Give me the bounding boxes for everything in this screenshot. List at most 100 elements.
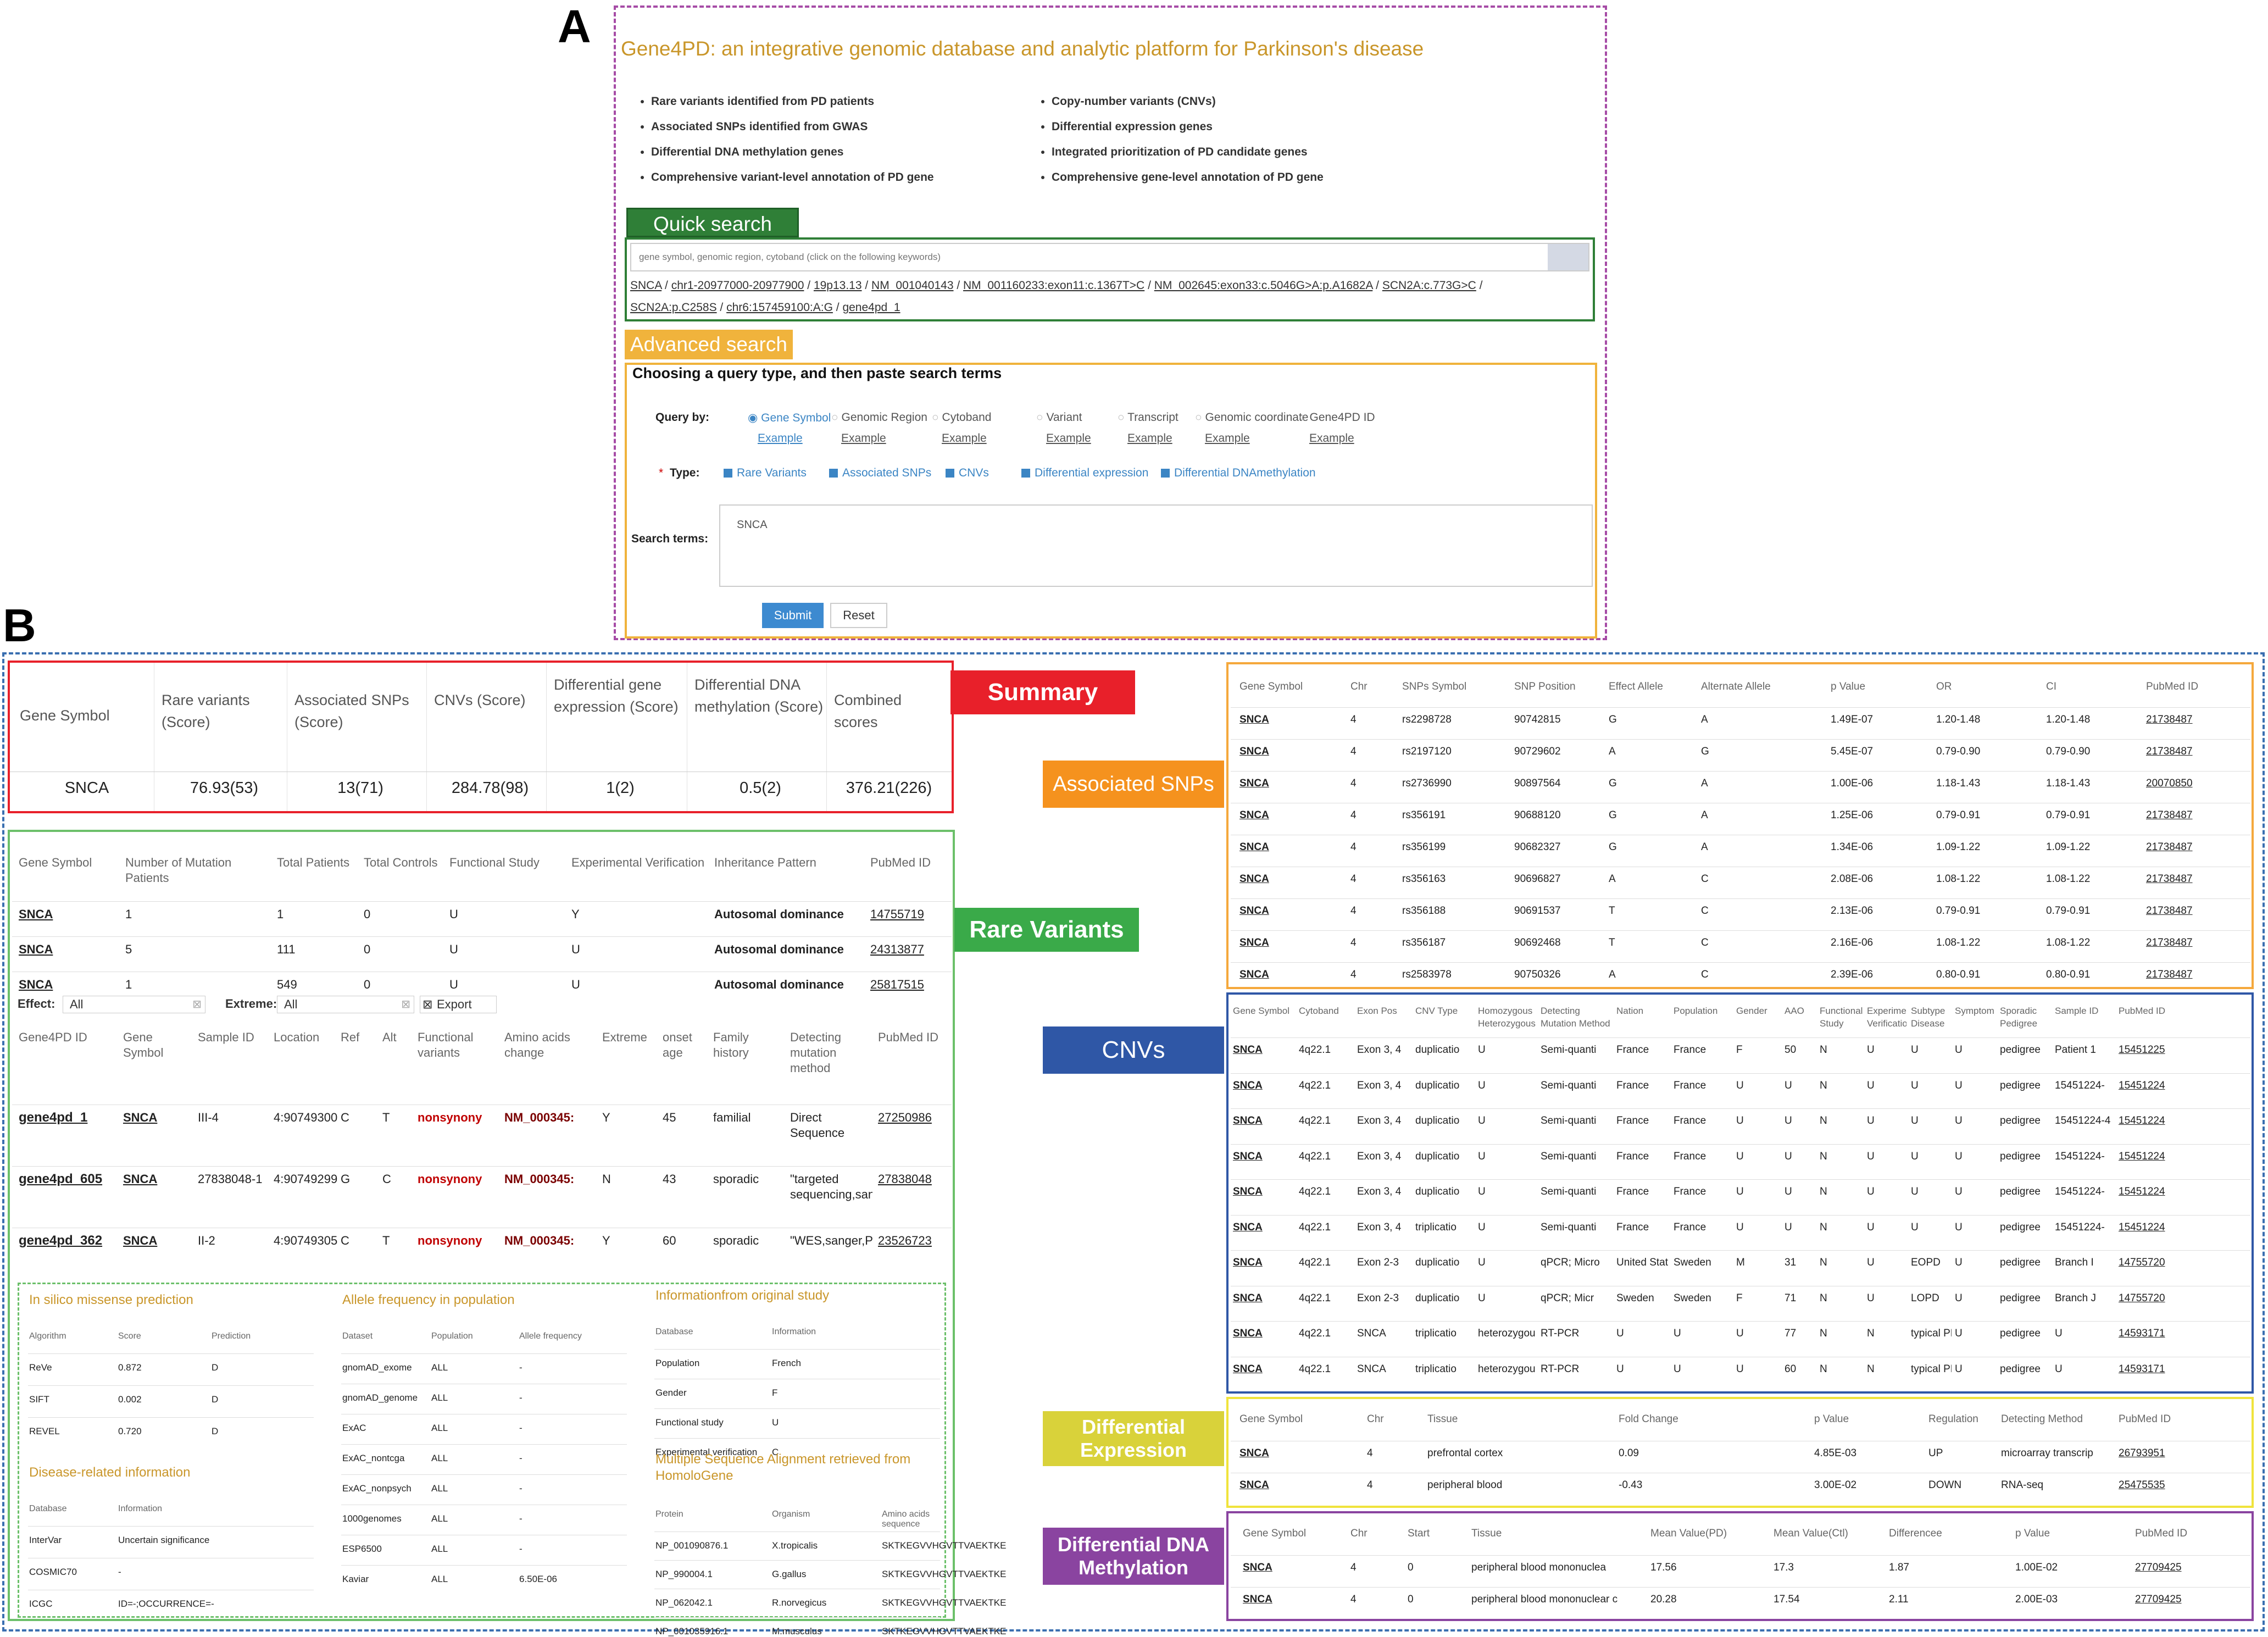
rare-cell[interactable]: 24313877 [870, 942, 949, 957]
meth-cell[interactable]: SNCA [1243, 1561, 1347, 1574]
meth-header[interactable]: Differencee [1889, 1527, 2011, 1543]
summary-header[interactable]: Gene Symbol [20, 704, 154, 726]
type-checkbox[interactable]: Rare Variants [724, 467, 807, 480]
cnv-cell[interactable]: SNCA [1233, 1220, 1296, 1234]
query-option-variant[interactable]: ○ Variant [1036, 411, 1082, 424]
snp-cell[interactable]: SNCA [1239, 713, 1347, 726]
example-link[interactable]: Example [942, 432, 987, 445]
expr-header[interactable]: Regulation [1928, 1412, 1997, 1429]
rare-header[interactable]: Inheritance Pattern [714, 855, 866, 890]
snp-cell[interactable]: 21738487 [2146, 936, 2247, 950]
snp-cell[interactable]: 21738487 [2146, 968, 2247, 981]
cnv-header[interactable]: CNV Type [1415, 1005, 1474, 1029]
variant-header[interactable]: Alt [382, 1030, 413, 1085]
meth-header[interactable]: Tissue [1471, 1527, 1646, 1543]
variant-header[interactable]: Location [274, 1030, 336, 1085]
variant-header[interactable]: Family history [713, 1030, 786, 1085]
rare-header[interactable]: Functional Study [449, 855, 567, 890]
variant-cell[interactable]: 27838048 [878, 1172, 949, 1187]
variant-header[interactable]: Gene Symbol [123, 1030, 193, 1085]
rare-header[interactable]: PubMed ID [870, 855, 948, 890]
expr-header[interactable]: Gene Symbol [1239, 1412, 1363, 1429]
snp-cell[interactable]: 21738487 [2146, 745, 2247, 758]
meth-header[interactable]: Mean Value(PD) [1650, 1527, 1769, 1543]
snp-header[interactable]: OR [1936, 680, 2042, 696]
expr-cell[interactable]: 26793951 [2119, 1446, 2247, 1460]
example-link[interactable]: Example [758, 432, 803, 445]
cnv-cell[interactable]: 15451224 [2119, 1079, 2170, 1092]
cnv-header[interactable]: PubMed ID [2119, 1005, 2169, 1029]
variant-header[interactable]: Detecting mutation method [790, 1030, 874, 1085]
cnv-cell[interactable]: SNCA [1233, 1185, 1296, 1198]
rare-cell[interactable]: SNCA [19, 977, 122, 992]
cnv-cell[interactable]: 15451224 [2119, 1220, 2170, 1234]
submit-button[interactable]: Submit [762, 603, 824, 628]
query-option-gene-symbol[interactable]: ◉ Gene Symbol [748, 411, 831, 425]
variant-cell[interactable]: SNCA [123, 1110, 194, 1125]
quick-search-button[interactable] [1548, 244, 1588, 270]
quick-search-keyword[interactable]: chr6:157459100:A:G [726, 301, 833, 314]
type-checkbox[interactable]: Differential expression [1021, 467, 1148, 480]
summary-header[interactable]: Differential DNA methylation (Score) [694, 674, 826, 718]
example-link[interactable]: Example [1046, 432, 1091, 445]
quick-search-keyword[interactable]: SNCA [630, 279, 662, 292]
variant-header[interactable]: Ref [341, 1030, 378, 1085]
snp-header[interactable]: PubMed ID [2146, 680, 2246, 696]
snp-cell[interactable]: SNCA [1239, 904, 1347, 918]
quick-search-keyword[interactable]: gene4pd_1 [842, 301, 900, 314]
cnv-header[interactable]: Cytoband [1299, 1005, 1353, 1029]
clear-icon[interactable]: ⊠ [192, 997, 202, 1011]
snp-cell[interactable]: SNCA [1239, 745, 1347, 758]
cnv-header[interactable]: Functional Study [1820, 1005, 1863, 1029]
snp-header[interactable]: p Value [1831, 680, 1932, 696]
cnv-cell[interactable]: SNCA [1233, 1114, 1296, 1128]
cnv-cell[interactable]: 14755720 [2119, 1256, 2170, 1269]
quick-search-keyword[interactable]: NM_001040143 [871, 279, 953, 292]
expr-header[interactable]: Tissue [1427, 1412, 1614, 1429]
quick-search-keyword[interactable]: chr1-20977000-20977900 [671, 279, 804, 292]
summary-header[interactable]: Rare variants (Score) [162, 689, 287, 733]
expr-cell[interactable]: SNCA [1239, 1478, 1364, 1492]
cnv-cell[interactable]: SNCA [1233, 1043, 1296, 1057]
expr-header[interactable]: Detecting Method [2001, 1412, 2114, 1429]
meth-header[interactable]: Gene Symbol [1243, 1527, 1346, 1543]
snp-cell[interactable]: 21738487 [2146, 840, 2247, 854]
meth-header[interactable]: p Value [2015, 1527, 2131, 1543]
snp-cell[interactable]: SNCA [1239, 808, 1347, 822]
snp-cell[interactable]: 20070850 [2146, 776, 2247, 790]
rare-cell[interactable]: SNCA [19, 942, 122, 957]
cnv-cell[interactable]: 15451224 [2119, 1185, 2170, 1198]
example-link[interactable]: Example [1309, 432, 1354, 445]
summary-header[interactable]: CNVs (Score) [434, 689, 546, 711]
snp-header[interactable]: Effect Allele [1609, 680, 1697, 696]
cnv-cell[interactable]: SNCA [1233, 1256, 1296, 1269]
quick-search-keyword[interactable]: NM_002645:exon33:c.5046G>A:p.A1682A [1154, 279, 1373, 292]
rare-cell[interactable]: 14755719 [870, 907, 949, 922]
variant-cell[interactable]: gene4pd_362 [19, 1233, 120, 1248]
snp-header[interactable]: Alternate Allele [1701, 680, 1826, 696]
meth-cell[interactable]: 27709425 [2135, 1592, 2247, 1606]
cnv-header[interactable]: Sample ID [2055, 1005, 2114, 1029]
export-button[interactable]: ⊠ Export [420, 996, 497, 1013]
cnv-cell[interactable]: 14593171 [2119, 1327, 2170, 1340]
expr-header[interactable]: PubMed ID [2119, 1412, 2246, 1429]
variant-cell[interactable]: 27250986 [878, 1110, 949, 1125]
search-terms-input[interactable]: SNCA [719, 504, 1593, 587]
variant-header[interactable]: Amino acids change [504, 1030, 598, 1085]
example-link[interactable]: Example [1127, 432, 1172, 445]
snp-cell[interactable]: SNCA [1239, 840, 1347, 854]
snp-cell[interactable]: SNCA [1239, 968, 1347, 981]
variant-cell[interactable]: SNCA [123, 1172, 194, 1187]
snp-cell[interactable]: 21738487 [2146, 808, 2247, 822]
quick-search-keyword[interactable]: NM_001160233:exon11:c.1367T>C [963, 279, 1144, 292]
expr-header[interactable]: p Value [1814, 1412, 1924, 1429]
reset-button[interactable]: Reset [830, 603, 887, 628]
cnv-cell[interactable]: SNCA [1233, 1327, 1296, 1340]
rare-header[interactable]: Total Controls [364, 855, 445, 890]
meth-header[interactable]: Chr [1350, 1527, 1403, 1543]
cnv-header[interactable]: Exon Pos [1357, 1005, 1411, 1029]
variant-header[interactable]: Functional variants [418, 1030, 500, 1085]
snp-header[interactable]: CI [2046, 680, 2142, 696]
variant-header[interactable]: Sample ID [198, 1030, 269, 1085]
variant-cell[interactable]: gene4pd_605 [19, 1172, 120, 1187]
